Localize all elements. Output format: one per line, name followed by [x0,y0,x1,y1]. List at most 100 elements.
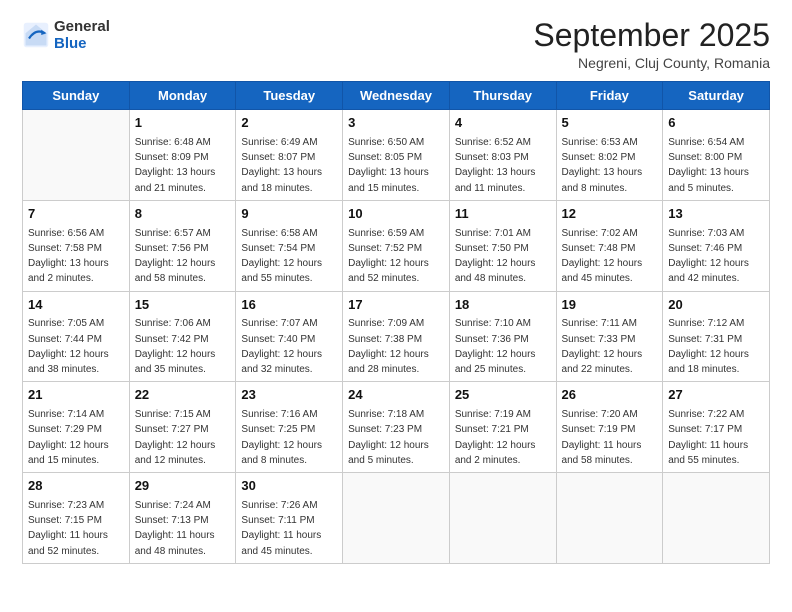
calendar-cell: 9 Sunrise: 6:58 AM Sunset: 7:54 PM Daylig… [236,200,343,291]
calendar-cell: 7Sunrise: 6:56 AM Sunset: 7:58 PM Daylig… [23,200,130,291]
calendar-cell: 16 Sunrise: 7:07 AM Sunset: 7:40 PM Dayli… [236,291,343,382]
calendar-cell: 27Sunrise: 7:22 AM Sunset: 7:17 PM Dayli… [663,382,770,473]
day-number: 6 [668,114,764,133]
calendar-cell: 17 Sunrise: 7:09 AM Sunset: 7:38 PM Dayli… [343,291,450,382]
day-number: 21 [28,386,124,405]
day-number: 9 [241,205,337,224]
calendar-week-row: 21 Sunrise: 7:14 AM Sunset: 7:29 PM Dayli… [23,382,770,473]
cell-text: Sunrise: 7:18 AM Sunset: 7:23 PM Dayligh… [348,409,429,466]
day-number: 16 [241,296,337,315]
calendar-cell: 14 Sunrise: 7:05 AM Sunset: 7:44 PM Dayli… [23,291,130,382]
logo: General Blue [22,18,110,53]
cell-text: Sunrise: 6:58 AM Sunset: 7:54 PM Dayligh… [241,228,322,285]
calendar-cell: 8 Sunrise: 6:57 AM Sunset: 7:56 PM Daylig… [129,200,236,291]
cell-text: Sunrise: 7:07 AM Sunset: 7:40 PM Dayligh… [241,318,322,375]
title-block: September 2025 Negreni, Cluj County, Rom… [533,18,770,71]
calendar-cell: 26 Sunrise: 7:20 AM Sunset: 7:19 PM Dayli… [556,382,663,473]
day-number: 17 [348,296,444,315]
calendar-cell: 12 Sunrise: 7:02 AM Sunset: 7:48 PM Dayli… [556,200,663,291]
day-number: 20 [668,296,764,315]
calendar-cell: 19Sunrise: 7:11 AM Sunset: 7:33 PM Dayli… [556,291,663,382]
day-number: 14 [28,296,124,315]
cell-text: Sunrise: 7:20 AM Sunset: 7:19 PM Dayligh… [562,409,642,466]
weekday-header: Monday [129,82,236,110]
calendar-cell: 25 Sunrise: 7:19 AM Sunset: 7:21 PM Dayli… [449,382,556,473]
day-number: 25 [455,386,551,405]
weekday-header: Friday [556,82,663,110]
calendar-cell: 24 Sunrise: 7:18 AM Sunset: 7:23 PM Dayli… [343,382,450,473]
day-number: 5 [562,114,658,133]
cell-text: Sunrise: 6:54 AM Sunset: 8:00 PM Dayligh… [668,137,749,194]
calendar-week-row: 14 Sunrise: 7:05 AM Sunset: 7:44 PM Dayli… [23,291,770,382]
calendar-cell: 3Sunrise: 6:50 AM Sunset: 8:05 PM Daylig… [343,110,450,201]
cell-text: Sunrise: 7:23 AM Sunset: 7:15 PM Dayligh… [28,500,108,557]
calendar-cell: 18Sunrise: 7:10 AM Sunset: 7:36 PM Dayli… [449,291,556,382]
day-number: 11 [455,205,551,224]
cell-text: Sunrise: 7:19 AM Sunset: 7:21 PM Dayligh… [455,409,536,466]
day-number: 1 [135,114,231,133]
cell-text: Sunrise: 7:02 AM Sunset: 7:48 PM Dayligh… [562,228,643,285]
calendar-cell: 13Sunrise: 7:03 AM Sunset: 7:46 PM Dayli… [663,200,770,291]
weekday-header: Tuesday [236,82,343,110]
calendar-week-row: 28 Sunrise: 7:23 AM Sunset: 7:15 PM Dayli… [23,473,770,564]
cell-text: Sunrise: 7:14 AM Sunset: 7:29 PM Dayligh… [28,409,109,466]
day-number: 15 [135,296,231,315]
cell-text: Sunrise: 6:57 AM Sunset: 7:56 PM Dayligh… [135,228,216,285]
cell-text: Sunrise: 7:01 AM Sunset: 7:50 PM Dayligh… [455,228,536,285]
weekday-row: SundayMondayTuesdayWednesdayThursdayFrid… [23,82,770,110]
calendar-cell: 1 Sunrise: 6:48 AM Sunset: 8:09 PM Daylig… [129,110,236,201]
day-number: 4 [455,114,551,133]
weekday-header: Sunday [23,82,130,110]
cell-text: Sunrise: 7:05 AM Sunset: 7:44 PM Dayligh… [28,318,109,375]
cell-text: Sunrise: 7:10 AM Sunset: 7:36 PM Dayligh… [455,318,536,375]
cell-text: Sunrise: 7:09 AM Sunset: 7:38 PM Dayligh… [348,318,429,375]
logo-icon [22,21,50,49]
cell-text: Sunrise: 7:16 AM Sunset: 7:25 PM Dayligh… [241,409,322,466]
cell-text: Sunrise: 6:53 AM Sunset: 8:02 PM Dayligh… [562,137,643,194]
cell-text: Sunrise: 6:52 AM Sunset: 8:03 PM Dayligh… [455,137,536,194]
calendar-cell [343,473,450,564]
day-number: 28 [28,477,124,496]
calendar-week-row: 7Sunrise: 6:56 AM Sunset: 7:58 PM Daylig… [23,200,770,291]
calendar-table: SundayMondayTuesdayWednesdayThursdayFrid… [22,81,770,564]
calendar-cell: 29 Sunrise: 7:24 AM Sunset: 7:13 PM Dayli… [129,473,236,564]
calendar-cell: 21 Sunrise: 7:14 AM Sunset: 7:29 PM Dayli… [23,382,130,473]
calendar-cell: 28 Sunrise: 7:23 AM Sunset: 7:15 PM Dayli… [23,473,130,564]
day-number: 30 [241,477,337,496]
calendar-cell: 11 Sunrise: 7:01 AM Sunset: 7:50 PM Dayli… [449,200,556,291]
calendar-cell: 20Sunrise: 7:12 AM Sunset: 7:31 PM Dayli… [663,291,770,382]
weekday-header: Wednesday [343,82,450,110]
day-number: 23 [241,386,337,405]
cell-text: Sunrise: 7:24 AM Sunset: 7:13 PM Dayligh… [135,500,215,557]
logo-text: General Blue [54,18,110,53]
calendar-cell [449,473,556,564]
calendar-cell: 30 Sunrise: 7:26 AM Sunset: 7:11 PM Dayli… [236,473,343,564]
cell-text: Sunrise: 7:15 AM Sunset: 7:27 PM Dayligh… [135,409,216,466]
cell-text: Sunrise: 6:49 AM Sunset: 8:07 PM Dayligh… [241,137,322,194]
cell-text: Sunrise: 7:03 AM Sunset: 7:46 PM Dayligh… [668,228,749,285]
calendar-body: 1 Sunrise: 6:48 AM Sunset: 8:09 PM Daylig… [23,110,770,564]
calendar-cell [23,110,130,201]
day-number: 12 [562,205,658,224]
day-number: 19 [562,296,658,315]
calendar-cell: 4 Sunrise: 6:52 AM Sunset: 8:03 PM Daylig… [449,110,556,201]
page: General Blue September 2025 Negreni, Clu… [0,0,792,612]
day-number: 29 [135,477,231,496]
day-number: 24 [348,386,444,405]
cell-text: Sunrise: 6:48 AM Sunset: 8:09 PM Dayligh… [135,137,216,194]
calendar-cell: 23 Sunrise: 7:16 AM Sunset: 7:25 PM Dayli… [236,382,343,473]
day-number: 7 [28,205,124,224]
day-number: 8 [135,205,231,224]
weekday-header: Thursday [449,82,556,110]
cell-text: Sunrise: 7:26 AM Sunset: 7:11 PM Dayligh… [241,500,321,557]
calendar-cell [663,473,770,564]
calendar-cell: 15Sunrise: 7:06 AM Sunset: 7:42 PM Dayli… [129,291,236,382]
calendar-cell: 2 Sunrise: 6:49 AM Sunset: 8:07 PM Daylig… [236,110,343,201]
calendar-cell: 5 Sunrise: 6:53 AM Sunset: 8:02 PM Daylig… [556,110,663,201]
day-number: 2 [241,114,337,133]
day-number: 26 [562,386,658,405]
weekday-header: Saturday [663,82,770,110]
calendar-cell: 10Sunrise: 6:59 AM Sunset: 7:52 PM Dayli… [343,200,450,291]
month-title: September 2025 [533,18,770,53]
day-number: 27 [668,386,764,405]
